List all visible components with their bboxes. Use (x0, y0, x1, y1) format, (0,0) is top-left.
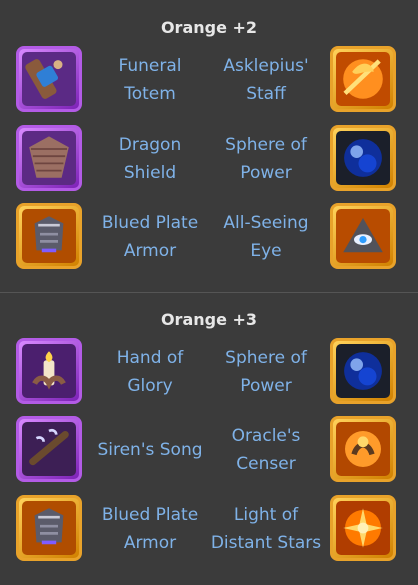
sphere-of-power-icon[interactable] (330, 125, 396, 191)
sphere-of-power-icon[interactable] (330, 338, 396, 404)
hand-of-glory-icon[interactable] (16, 338, 82, 404)
section-title: Orange +2 (160, 18, 258, 37)
item-label: Oracle's Censer (207, 422, 325, 478)
blued-plate-armor-icon[interactable] (16, 495, 82, 561)
item-label-line2: Censer (236, 454, 296, 474)
item-label-line1: Blued Plate (101, 505, 199, 525)
funeral-totem-icon[interactable] (16, 46, 82, 112)
item-label-line2: Power (240, 163, 292, 183)
asklepius-staff-icon[interactable] (330, 46, 396, 112)
item-label-line2: Eye (250, 241, 282, 261)
item-label-line1: Blued Plate (101, 213, 199, 233)
item-pair-row: Blued Plate Armor All-Seeing Eye (0, 203, 418, 273)
section-title: Orange +3 (160, 310, 258, 329)
item-label-line1: Hand of (116, 348, 184, 368)
item-label: Sphere of Power (207, 131, 325, 187)
item-label-line2: Armor (123, 533, 177, 553)
blued-plate-armor-icon[interactable] (16, 203, 82, 269)
dragon-shield-icon[interactable] (16, 125, 82, 191)
item-label-line2: Staff (246, 84, 286, 104)
item-label-line1: Dragon (118, 135, 182, 155)
oracles-censer-icon[interactable] (330, 416, 396, 482)
item-pair-row: Funeral Totem Asklepius' Staff (0, 46, 418, 116)
item-label-line2: Power (240, 376, 292, 396)
item-label-line2: Distant Stars (210, 533, 322, 553)
all-seeing-eye-icon[interactable] (330, 203, 396, 269)
item-label-line1: All-Seeing (223, 213, 309, 233)
item-label-line1: Asklepius' (223, 56, 309, 76)
item-label-line2: Totem (124, 84, 176, 104)
light-of-distant-stars-icon[interactable] (330, 495, 396, 561)
item-label: Siren's Song (91, 436, 209, 464)
item-label: Dragon Shield (91, 131, 209, 187)
item-label: Funeral Totem (91, 52, 209, 108)
item-pair-row: Dragon Shield Sphere of Power (0, 125, 418, 195)
item-label: Light of Distant Stars (207, 501, 325, 557)
item-label: Asklepius' Staff (207, 52, 325, 108)
item-label: Blued Plate Armor (91, 501, 209, 557)
item-label-line1: Sphere of (225, 348, 307, 368)
item-label-line1: Oracle's (231, 426, 301, 446)
item-label: Sphere of Power (207, 344, 325, 400)
item-pairs-panel: Orange +2 Funeral Totem Asklepius' Staff… (0, 0, 418, 585)
item-label-line2: Shield (123, 163, 177, 183)
item-pair-row: Siren's Song Oracle's Censer (0, 416, 418, 486)
item-label-line2: Armor (123, 241, 177, 261)
item-label-line1: Siren's Song (97, 440, 203, 460)
item-label-line1: Funeral (118, 56, 182, 76)
item-pair-row: Hand of Glory Sphere of Power (0, 338, 418, 408)
sirens-song-icon[interactable] (16, 416, 82, 482)
item-pair-row: Blued Plate Armor Light of Distant Stars (0, 495, 418, 565)
item-label: Hand of Glory (91, 344, 209, 400)
item-label: All-Seeing Eye (207, 209, 325, 265)
item-label-line1: Sphere of (225, 135, 307, 155)
item-label-line2: Glory (127, 376, 173, 396)
item-label: Blued Plate Armor (91, 209, 209, 265)
item-label-line1: Light of (233, 505, 299, 525)
section-divider (0, 292, 418, 293)
